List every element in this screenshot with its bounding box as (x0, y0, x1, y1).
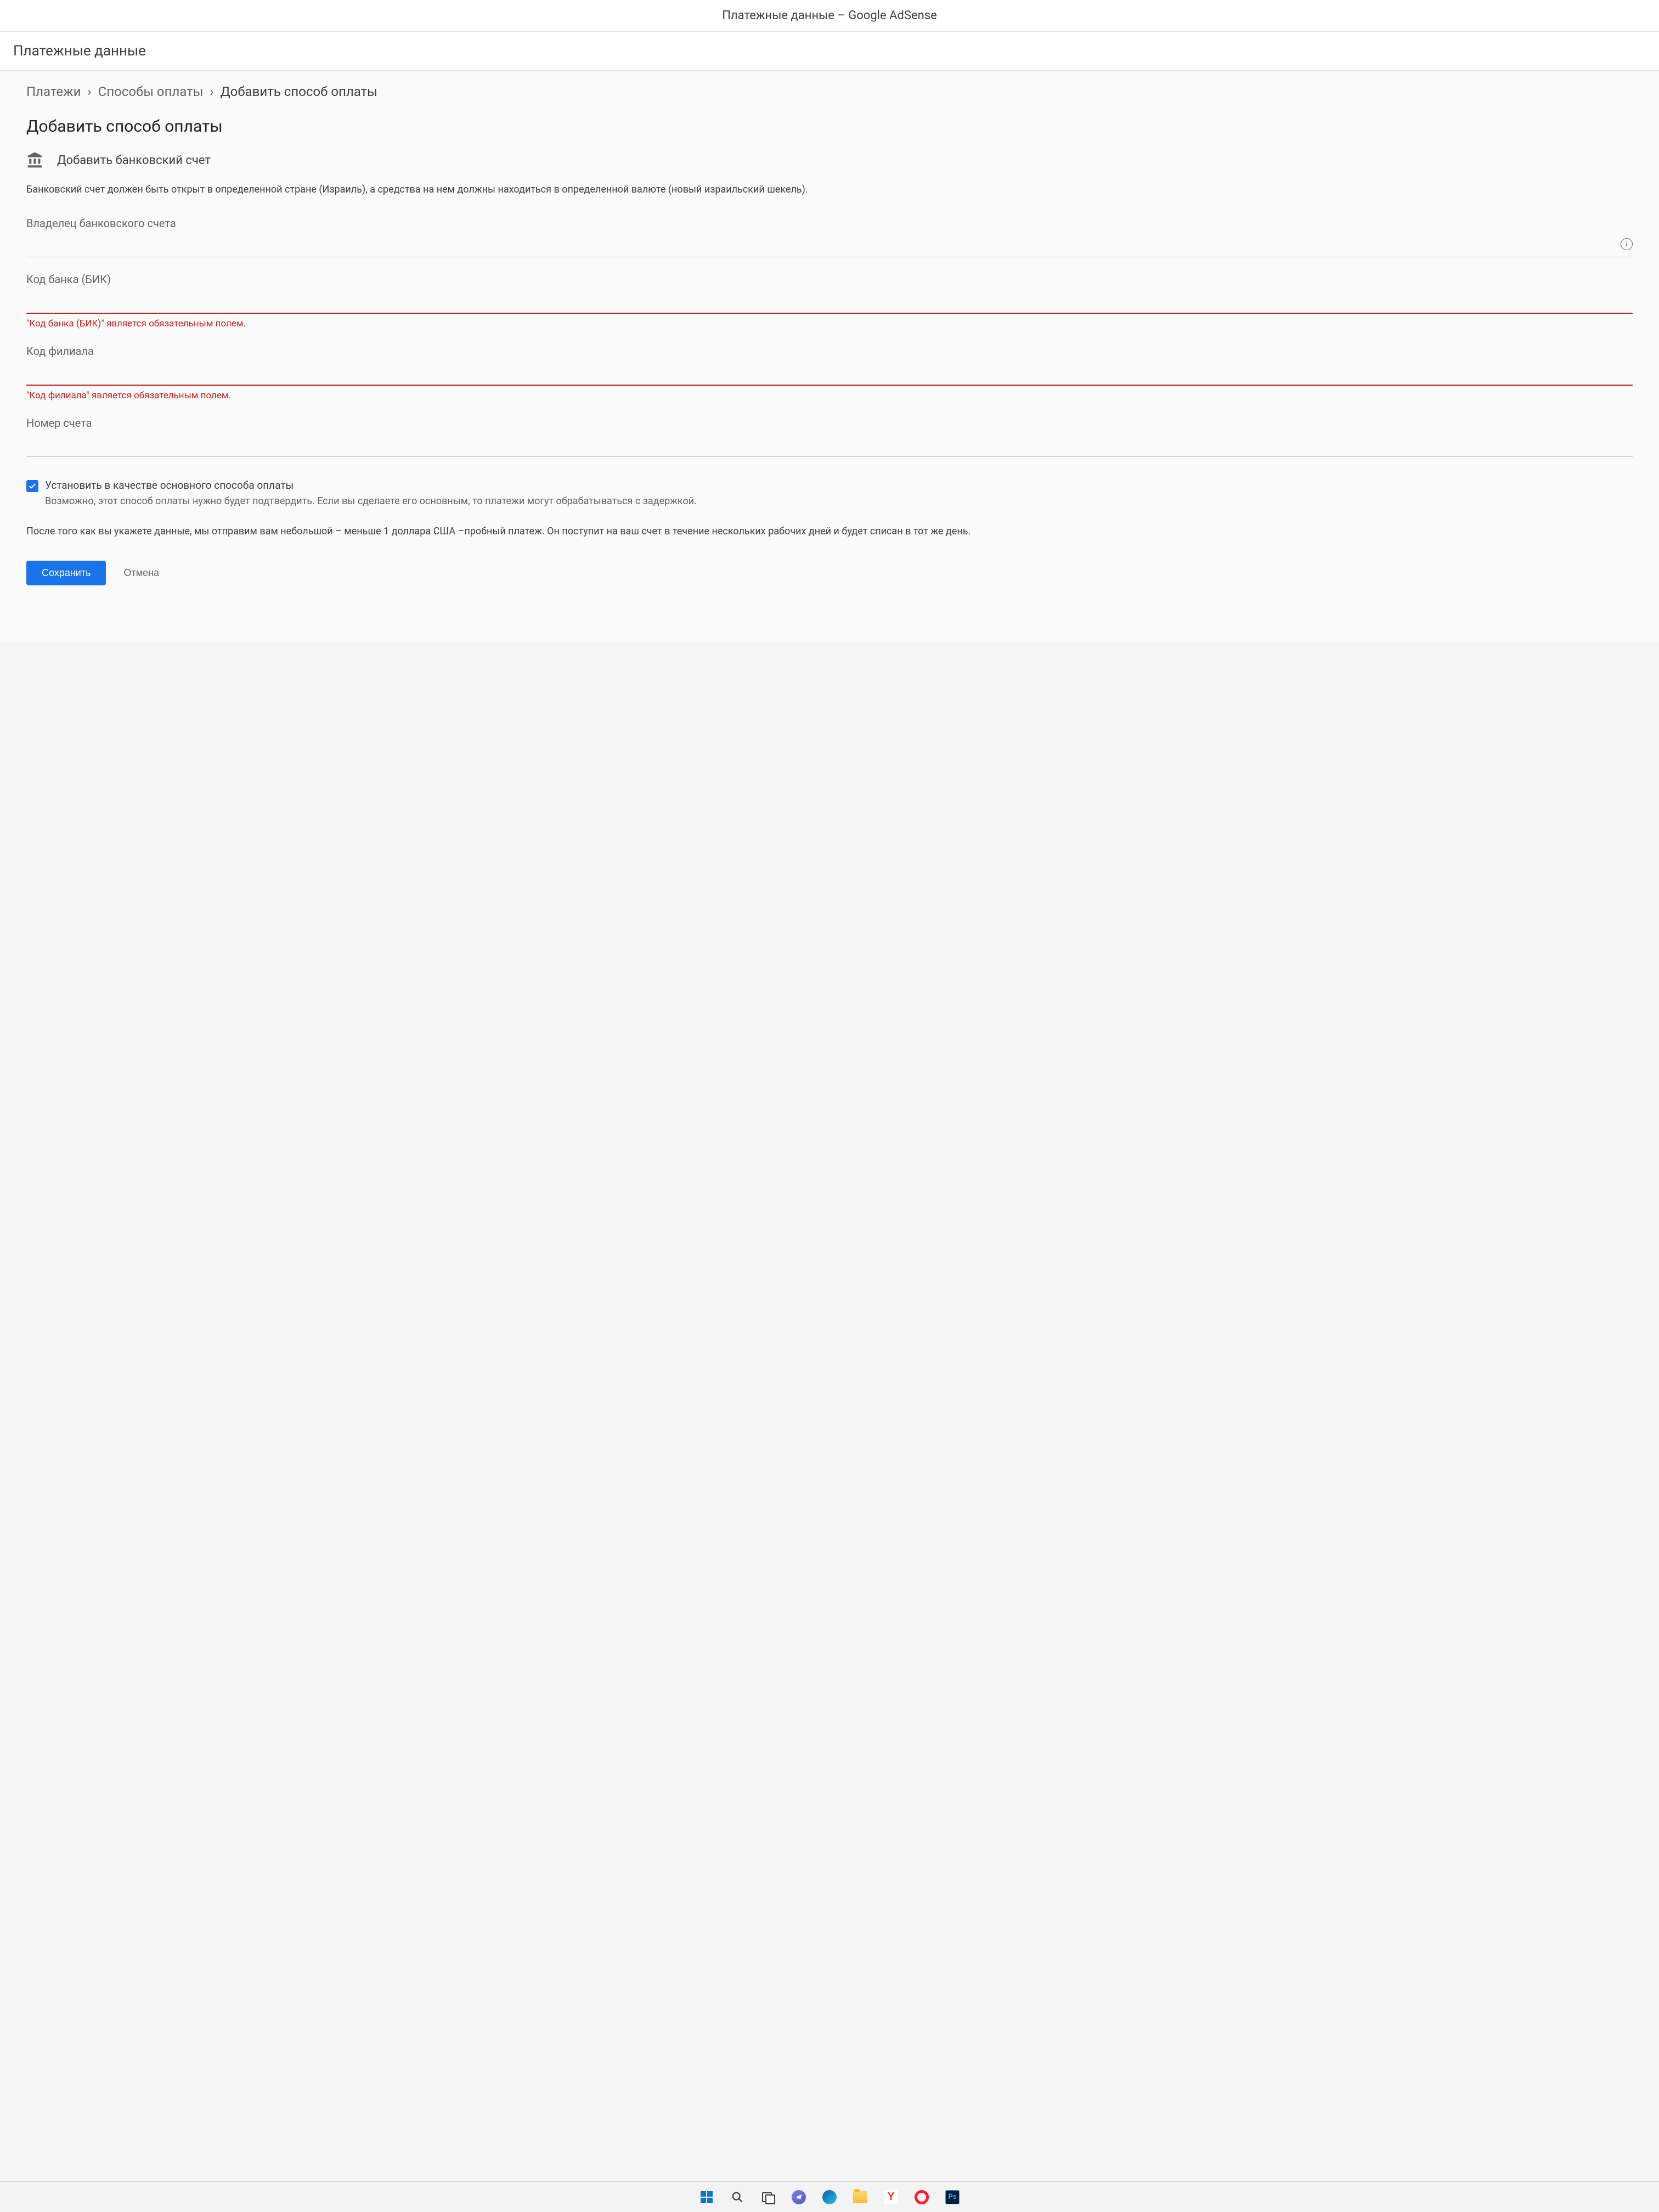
save-button[interactable]: Сохранить (26, 561, 106, 585)
bank-code-error: "Код банка (БИК)" является обязательным … (26, 318, 1633, 329)
start-button[interactable] (698, 2188, 715, 2206)
chevron-right-icon: › (210, 84, 213, 99)
bank-code-label: Код банка (БИК) (26, 273, 1633, 286)
form-actions: Сохранить Отмена (26, 561, 1633, 585)
search-button[interactable] (729, 2188, 746, 2206)
disclaimer-text: После того как вы укажете данные, мы отп… (26, 524, 1633, 539)
primary-method-help: Возможно, этот способ оплаты нужно будет… (45, 494, 1633, 509)
breadcrumb: Платежи › Способы оплаты › Добавить спос… (26, 84, 1633, 99)
yandex-icon: Y (884, 2190, 898, 2204)
breadcrumb-payments[interactable]: Платежи (26, 84, 81, 99)
info-icon[interactable]: i (1621, 238, 1633, 250)
windows-icon (701, 2191, 713, 2203)
owner-input[interactable] (26, 234, 1621, 253)
opera-icon (915, 2190, 929, 2204)
field-branch-code: Код филиала "Код филиала" является обяза… (26, 345, 1633, 401)
field-bank-code: Код банка (БИК) "Код банка (БИК)" являет… (26, 273, 1633, 329)
primary-method-checkbox[interactable] (26, 480, 38, 492)
app-header-title: Платежные данные (0, 32, 1659, 71)
windows-taskbar: Y Ps (0, 2181, 1659, 2212)
chat-icon (792, 2190, 806, 2204)
task-view-button[interactable] (759, 2188, 777, 2206)
field-account-number: Номер счета (26, 416, 1633, 457)
photoshop-icon: Ps (945, 2190, 960, 2204)
yandex-button[interactable]: Y (882, 2188, 900, 2206)
breadcrumb-current: Добавить способ оплаты (221, 84, 377, 99)
bank-icon (26, 151, 44, 169)
section-description: Банковский счет должен быть открыт в опр… (26, 182, 1633, 197)
folder-icon (853, 2191, 867, 2203)
page-title: Добавить способ оплаты (26, 117, 1633, 136)
section-header: Добавить банковский счет (26, 151, 1633, 169)
section-title: Добавить банковский счет (57, 154, 211, 167)
file-explorer-button[interactable] (851, 2188, 869, 2206)
breadcrumb-payment-methods[interactable]: Способы оплаты (98, 84, 204, 99)
chat-button[interactable] (790, 2188, 808, 2206)
task-view-icon (762, 2191, 774, 2203)
bank-code-input[interactable] (26, 290, 1633, 309)
branch-code-label: Код филиала (26, 345, 1633, 358)
branch-code-error: "Код филиала" является обязательным поле… (26, 390, 1633, 401)
owner-label: Владелец банковского счета (26, 217, 1633, 230)
browser-tab-title: Платежные данные – Google AdSense (0, 0, 1659, 32)
primary-method-section: Установить в качестве основного способа … (26, 479, 1633, 509)
cancel-button[interactable]: Отмена (119, 561, 163, 585)
primary-method-label: Установить в качестве основного способа … (45, 479, 1633, 492)
search-icon (731, 2191, 743, 2203)
opera-button[interactable] (913, 2188, 930, 2206)
account-number-label: Номер счета (26, 416, 1633, 430)
chevron-right-icon: › (87, 84, 91, 99)
photoshop-button[interactable]: Ps (944, 2188, 961, 2206)
branch-code-input[interactable] (26, 362, 1633, 381)
account-number-input[interactable] (26, 434, 1633, 453)
field-owner: Владелец банковского счета i (26, 217, 1633, 257)
edge-button[interactable] (821, 2188, 838, 2206)
edge-icon (822, 2190, 837, 2204)
main-content: Платежи › Способы оплаты › Добавить спос… (0, 71, 1659, 642)
